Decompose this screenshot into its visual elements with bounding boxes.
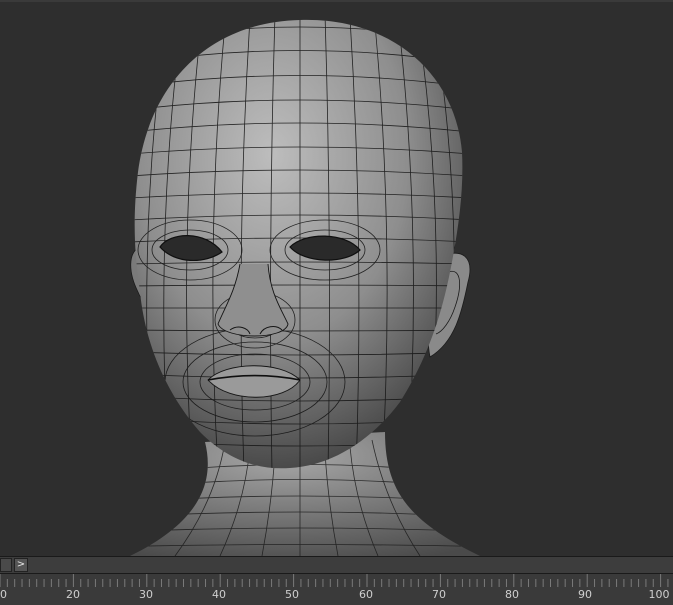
timeline-label: 30 <box>139 588 153 601</box>
timeline-label: 20 <box>66 588 80 601</box>
timeline-label: 60 <box>359 588 373 601</box>
time-slider-handle[interactable] <box>0 558 12 572</box>
viewport[interactable] <box>0 0 673 556</box>
app-window: > 0 20 30 40 50 60 70 80 90 100 <box>0 0 673 605</box>
timeline-label: 90 <box>578 588 592 601</box>
timeline-trackbar[interactable]: 0 20 30 40 50 60 70 80 90 100 <box>0 574 673 605</box>
timeline-ticks <box>0 574 669 587</box>
timeline-label: 80 <box>505 588 519 601</box>
timeline-label: 70 <box>432 588 446 601</box>
timeline-label: 40 <box>212 588 226 601</box>
timeline-label: 0 <box>0 588 7 601</box>
timeline-label: 100 <box>648 588 670 601</box>
head-model-render <box>0 2 673 556</box>
next-frame-button[interactable]: > <box>14 558 28 572</box>
timeline-label: 50 <box>285 588 299 601</box>
time-slider[interactable]: > <box>0 556 673 574</box>
